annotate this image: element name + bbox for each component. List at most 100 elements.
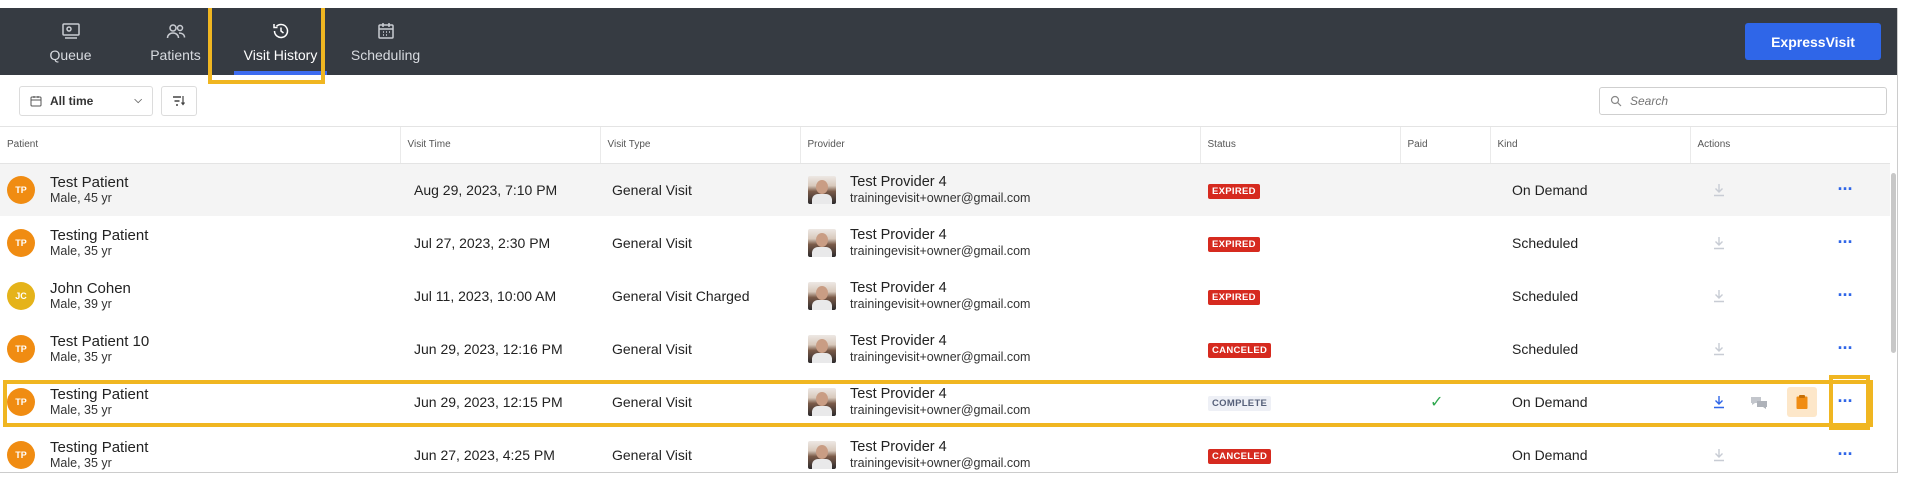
provider-name: Test Provider 4 (850, 439, 947, 455)
visit-type: General Visit (612, 340, 692, 357)
download-icon[interactable] (1710, 234, 1728, 252)
patient-name[interactable]: John Cohen (50, 280, 131, 297)
scrollbar-thumb[interactable] (1891, 173, 1896, 353)
table-row[interactable]: JC John Cohen Male, 39 yr Jul 11, 2023, 10:… (0, 269, 1890, 322)
provider-name: Test Provider 4 (850, 280, 947, 296)
table-scrollbar[interactable] (1889, 133, 1897, 472)
header-visit-time[interactable]: Visit Time (399, 127, 600, 164)
patient-details: Male, 35 yr (50, 244, 112, 258)
more-options-button[interactable]: ··· (1833, 338, 1857, 358)
patient-details: Male, 35 yr (50, 350, 112, 364)
header-kind[interactable]: Kind (1489, 127, 1690, 164)
status-badge: EXPIRED (1208, 236, 1260, 252)
tab-queue[interactable]: Queue (18, 8, 123, 75)
avatar: JC (7, 281, 35, 310)
table-row[interactable]: TP Test Patient 10 Male, 35 yr Jun 29, 2023… (0, 322, 1890, 375)
patient-name[interactable]: Testing Patient (50, 439, 148, 456)
chevron-down-icon: ⌵ (134, 95, 142, 106)
patient-details: Male, 35 yr (50, 456, 112, 470)
provider-name: Test Provider 4 (850, 386, 947, 402)
provider-photo (808, 440, 836, 469)
visit-history-table: Patient Visit Time Visit Type Provider S… (0, 127, 1890, 472)
search-box[interactable] (1599, 87, 1887, 115)
visit-time: Jun 27, 2023, 4:25 PM (414, 446, 555, 463)
search-icon (1610, 95, 1622, 107)
visit-time: Aug 29, 2023, 7:10 PM (400, 163, 600, 216)
filter-toolbar: All time ⌵ (0, 75, 1897, 127)
avatar: TP (7, 387, 35, 416)
header-patient[interactable]: Patient (0, 127, 400, 164)
tab-scheduling-label: Scheduling (350, 46, 421, 63)
header-paid[interactable]: Paid (1399, 127, 1490, 164)
more-options-button[interactable]: ··· (1833, 232, 1857, 252)
patient-name[interactable]: Testing Patient (50, 386, 148, 403)
search-input[interactable] (1630, 94, 1870, 108)
chat-icon[interactable] (1748, 393, 1770, 411)
download-icon[interactable] (1710, 393, 1728, 411)
more-options-button[interactable]: ··· (1833, 391, 1857, 411)
header-status[interactable]: Status (1199, 127, 1400, 164)
date-range-dropdown[interactable]: All time ⌵ (19, 85, 153, 116)
visit-kind: Scheduled (1512, 340, 1579, 357)
table-header-row: Patient Visit Time Visit Type Provider S… (0, 127, 1890, 164)
table-row[interactable]: TP Test Patient Male, 45 yr Aug 29, 2023, 7… (0, 163, 1890, 216)
express-visit-button[interactable]: ExpressVisit (1745, 23, 1881, 60)
provider-name: Test Provider 4 (850, 227, 947, 243)
patient-name[interactable]: Testing Patient (50, 227, 148, 244)
tab-patients[interactable]: Patients (123, 8, 228, 75)
provider-email: trainingevisit+owner@gmail.com (850, 244, 1031, 258)
visit-type: General Visit (612, 393, 692, 410)
date-range-label: All time (50, 93, 94, 108)
avatar: TP (7, 175, 35, 204)
provider-email: trainingevisit+owner@gmail.com (850, 350, 1031, 364)
visit-time: Jul 27, 2023, 2:30 PM (414, 234, 551, 251)
more-options-button[interactable]: ··· (1833, 179, 1857, 199)
tab-scheduling[interactable]: Scheduling (333, 8, 438, 75)
avatar: TP (7, 440, 35, 469)
clipboard-icon[interactable] (1787, 386, 1817, 417)
provider-photo (808, 175, 836, 204)
visit-time: Jun 29, 2023, 12:16 PM (414, 340, 563, 357)
avatar: TP (7, 334, 35, 363)
provider-photo (808, 387, 836, 416)
provider-email: trainingevisit+owner@gmail.com (850, 403, 1031, 417)
download-icon[interactable] (1710, 446, 1728, 464)
provider-email: trainingevisit+owner@gmail.com (850, 297, 1031, 311)
paid-check-icon: ✓ (1430, 393, 1444, 411)
filter-icon (173, 95, 185, 106)
more-options-button[interactable]: ··· (1833, 285, 1857, 305)
visit-kind: On Demand (1490, 163, 1690, 216)
visit-kind: Scheduled (1512, 287, 1579, 304)
provider-name: Test Provider 4 (850, 333, 947, 349)
visit-kind: On Demand (1512, 446, 1588, 463)
table-row[interactable]: TP Testing Patient Male, 35 yr Jul 27, 2023… (0, 216, 1890, 269)
table-row[interactable]: TP Testing Patient Male, 35 yr Jun 29, 2023… (0, 375, 1890, 428)
patient-details: Male, 35 yr (50, 403, 112, 417)
download-icon[interactable] (1710, 181, 1728, 199)
calendar-icon (377, 22, 394, 39)
provider-photo (808, 228, 836, 257)
provider-email: trainingevisit+owner@gmail.com (850, 456, 1031, 470)
tab-visit-history-label: Visit History (243, 46, 318, 63)
more-options-button[interactable]: ··· (1833, 444, 1857, 464)
patient-name[interactable]: Test Patient (50, 174, 128, 191)
queue-icon (61, 22, 80, 39)
status-badge: COMPLETE (1208, 395, 1272, 411)
header-actions: Actions (1689, 127, 1890, 164)
patient-name[interactable]: Test Patient 10 (50, 333, 149, 350)
visit-time: Jun 29, 2023, 12:15 PM (414, 393, 563, 410)
tab-visit-history[interactable]: Visit History (228, 8, 333, 75)
provider-photo (808, 334, 836, 363)
app-frame: Queue Patients Visit History Scheduling … (0, 8, 1898, 473)
visit-time: Jul 11, 2023, 10:00 AM (414, 287, 557, 304)
table-row[interactable]: TP Testing Patient Male, 35 yr Jun 27, 2023… (0, 428, 1890, 472)
avatar: TP (7, 228, 35, 257)
header-visit-type[interactable]: Visit Type (599, 127, 800, 164)
header-provider[interactable]: Provider (799, 127, 1200, 164)
filter-button[interactable] (161, 85, 197, 116)
patients-icon (166, 23, 185, 38)
download-icon[interactable] (1710, 287, 1728, 305)
status-badge: EXPIRED (1208, 289, 1260, 305)
download-icon[interactable] (1710, 340, 1728, 358)
provider-photo (808, 281, 836, 310)
